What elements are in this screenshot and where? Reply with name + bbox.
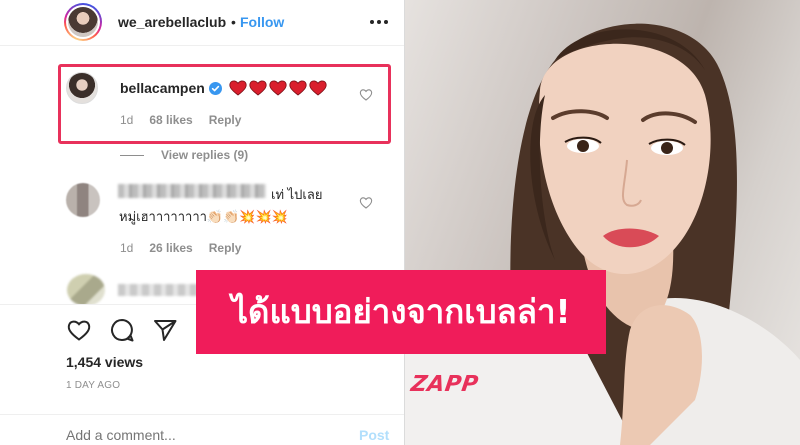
highlight-box bbox=[58, 64, 391, 144]
comment-text-line1: เท่ ไปเลย bbox=[271, 187, 323, 202]
censored-username bbox=[118, 184, 266, 198]
comment-age: 1d bbox=[120, 113, 134, 127]
view-replies-button[interactable]: View replies (9) bbox=[120, 148, 248, 162]
posted-ago: 1 DAY AGO bbox=[66, 380, 121, 391]
view-replies-label: View replies (9) bbox=[161, 148, 249, 162]
comment-avatar-blurred[interactable] bbox=[66, 183, 100, 217]
heart-outline-icon[interactable] bbox=[66, 317, 92, 343]
red-heart-icon bbox=[229, 80, 247, 96]
comment-icon[interactable] bbox=[109, 317, 135, 343]
comment-meta: 1d 68 likes Reply bbox=[120, 113, 241, 127]
post-header: we_arebellaclub • Follow bbox=[0, 0, 404, 46]
comment-like-icon[interactable] bbox=[359, 88, 373, 101]
comment-text-hearts bbox=[229, 79, 327, 97]
replies-divider bbox=[120, 154, 144, 156]
zapp-watermark: ZAPP bbox=[409, 372, 480, 397]
censored-username bbox=[118, 284, 198, 296]
reply-button[interactable]: Reply bbox=[209, 241, 242, 255]
comment-meta: 1d 26 likes Reply bbox=[120, 241, 241, 255]
views-count[interactable]: 1,454 views bbox=[66, 354, 143, 370]
header-separator: • bbox=[231, 14, 236, 30]
comment-username[interactable]: bellacampen bbox=[120, 80, 205, 96]
red-heart-icon bbox=[269, 80, 287, 96]
more-options-icon[interactable] bbox=[368, 12, 390, 32]
comment-likes[interactable]: 26 likes bbox=[149, 241, 192, 255]
follow-button[interactable]: Follow bbox=[240, 14, 284, 30]
comment-text-line2: หมู่เฮาาาาาาาา👏🏻👏🏻💥💥💥 bbox=[119, 209, 288, 224]
headline-banner: ได้แบบอย่างจากเบลล่า! bbox=[196, 270, 606, 354]
share-icon[interactable] bbox=[152, 317, 178, 343]
red-heart-icon bbox=[249, 80, 267, 96]
headline-text: ได้แบบอย่างจากเบลล่า! bbox=[231, 292, 571, 331]
comment-likes[interactable]: 68 likes bbox=[149, 113, 192, 127]
portrait-photo: ZAPP bbox=[405, 0, 800, 445]
comment-like-icon[interactable] bbox=[359, 196, 373, 209]
comment-avatar-blurred[interactable] bbox=[67, 274, 105, 306]
reply-button[interactable]: Reply bbox=[209, 113, 242, 127]
add-comment-input[interactable] bbox=[66, 427, 336, 443]
comment-age: 1d bbox=[120, 241, 134, 255]
add-comment-bar: Post bbox=[0, 414, 404, 445]
verified-badge-icon bbox=[209, 82, 222, 95]
header-username[interactable]: we_arebellaclub bbox=[118, 14, 226, 30]
red-heart-icon bbox=[309, 80, 327, 96]
comment-avatar[interactable] bbox=[66, 72, 98, 104]
instagram-post-panel: we_arebellaclub • Follow bellacampen 1d … bbox=[0, 0, 405, 445]
post-button[interactable]: Post bbox=[359, 427, 389, 443]
profile-avatar[interactable] bbox=[64, 3, 102, 41]
red-heart-icon bbox=[289, 80, 307, 96]
